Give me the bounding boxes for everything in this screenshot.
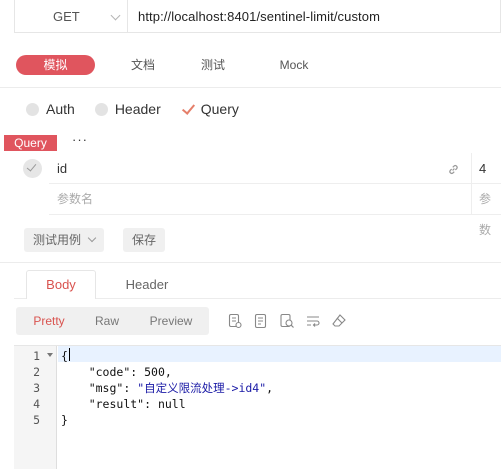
divider	[0, 87, 501, 88]
param-enabled-checkbox[interactable]	[23, 159, 42, 178]
code-line: {	[61, 348, 273, 364]
line-gutter: 1 2 3 4 5	[14, 346, 57, 469]
param-value-placeholder[interactable]: 参数	[471, 184, 501, 237]
checkmark-icon	[181, 102, 195, 116]
tab-simulate[interactable]: 模拟	[16, 55, 95, 75]
test-case-button[interactable]: 测试用例	[24, 228, 105, 252]
json-string: "自定义限流处理->id4"	[137, 381, 267, 395]
fold-arrow-icon[interactable]	[47, 353, 53, 357]
radio-auth[interactable]: Auth	[26, 101, 75, 117]
radio-header-label: Header	[114, 101, 161, 117]
param-row: id 4	[15, 153, 501, 184]
format-pretty[interactable]: Pretty	[30, 314, 68, 328]
line-number: 2	[33, 365, 40, 379]
tab-header[interactable]: Header	[118, 271, 176, 298]
json-number: 500	[144, 365, 165, 379]
url-input[interactable]: http://localhost:8401/sentinel-limit/cus…	[128, 9, 380, 24]
link-icon[interactable]	[447, 163, 460, 176]
tab-mock[interactable]: Mock	[274, 55, 314, 75]
mode-tabs: 模拟 文档 测试 Mock	[16, 55, 336, 75]
tab-test[interactable]: 测试	[193, 55, 233, 75]
response-body-editor[interactable]: 1 2 3 4 5 { "code": 500, "msg": "自定义限流处理…	[14, 345, 501, 469]
param-row-new: 参数名 参数	[15, 184, 501, 237]
tab-body[interactable]: Body	[26, 270, 96, 299]
brace-close: }	[61, 413, 68, 427]
divider	[0, 262, 501, 263]
chevron-down-icon	[87, 233, 97, 243]
wrap-icon[interactable]	[305, 313, 321, 329]
code-line: "result": null	[88, 397, 186, 411]
json-key: "msg"	[88, 381, 124, 395]
format-raw[interactable]: Raw	[94, 314, 120, 328]
code-line: "msg": "自定义限流处理->id4",	[88, 381, 274, 395]
tab-docs[interactable]: 文档	[123, 55, 163, 75]
save-button[interactable]: 保存	[123, 228, 166, 252]
radio-header[interactable]: Header	[94, 101, 161, 117]
code-line: }	[61, 412, 273, 428]
param-type-radios: Auth Header Query	[26, 101, 259, 117]
save-label: 保存	[132, 233, 157, 247]
line-number: 4	[33, 397, 40, 411]
query-section-tag: Query	[4, 135, 57, 151]
json-null: null	[157, 397, 186, 411]
url-bar: GET http://localhost:8401/sentinel-limit…	[14, 0, 501, 33]
param-key-placeholder[interactable]: 参数名	[49, 184, 477, 215]
copy-icon[interactable]	[227, 313, 243, 329]
more-icon[interactable]: ···	[72, 132, 88, 147]
text-cursor	[69, 348, 70, 361]
format-icon[interactable]	[253, 313, 269, 329]
json-key: "code"	[88, 365, 131, 379]
format-preview[interactable]: Preview	[148, 314, 194, 328]
json-key: "result"	[88, 397, 145, 411]
radio-query[interactable]: Query	[181, 101, 239, 117]
line-number: 5	[33, 413, 40, 427]
radio-query-label: Query	[200, 101, 239, 117]
radio-auth-label: Auth	[46, 101, 75, 117]
chevron-down-icon	[110, 10, 121, 21]
search-icon[interactable]	[279, 313, 295, 329]
param-key-input[interactable]: id	[49, 153, 477, 184]
code-line: "code": 500,	[88, 365, 172, 379]
brace-open: {	[61, 349, 68, 363]
method-label: GET	[53, 8, 80, 24]
test-case-label: 测试用例	[33, 233, 82, 247]
code-content: { "code": 500, "msg": "自定义限流处理->id4", "r…	[61, 348, 273, 428]
method-select[interactable]: GET	[15, 0, 128, 32]
radio-circle-icon	[94, 102, 108, 116]
radio-circle-icon	[26, 102, 39, 116]
response-toolbar	[227, 313, 357, 329]
param-value-input[interactable]: 4	[471, 153, 501, 184]
clear-icon[interactable]	[331, 313, 347, 329]
format-toggle: Pretty Raw Preview	[16, 307, 209, 335]
line-number: 1	[33, 349, 40, 363]
line-number: 3	[33, 381, 40, 395]
